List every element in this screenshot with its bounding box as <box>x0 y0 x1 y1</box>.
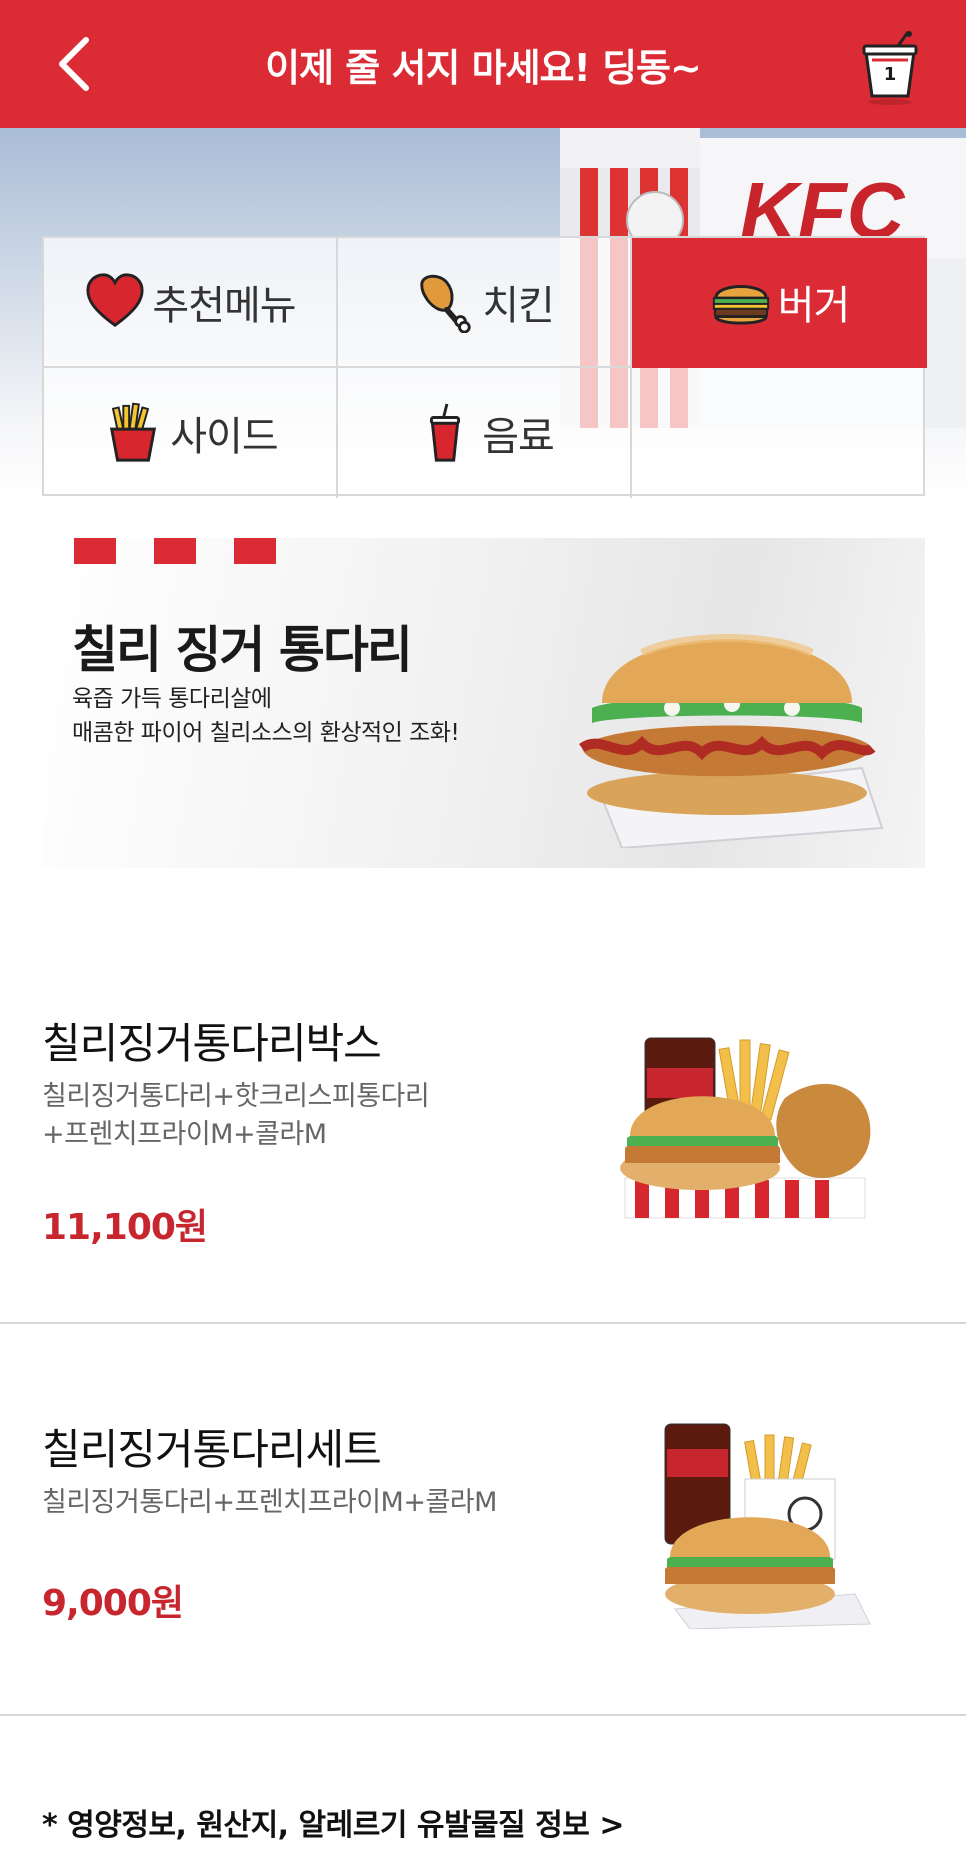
category-grid: 추천메뉴 치킨 버거 사이드 음료 <box>42 236 927 498</box>
drumstick-icon <box>420 274 471 333</box>
category-drink[interactable]: 음료 <box>338 368 632 498</box>
banner-stripe <box>234 538 276 564</box>
item-desc-line: +프렌치프라이M+콜라M <box>42 1119 327 1150</box>
banner-stripe <box>74 538 116 564</box>
set-meal-image <box>664 1423 871 1629</box>
category-label: 버거 <box>777 283 851 329</box>
category-chicken[interactable]: 치킨 <box>338 238 632 368</box>
category-label: 음료 <box>482 414 555 460</box>
cart-count-badge: 1 <box>883 64 897 85</box>
banner-title: 칠리 징거 통다리 <box>72 621 413 679</box>
promo-banner[interactable]: 칠리 징거 통다리 육즙 가득 통다리살에 매콤한 파이어 칠리소스의 환상적인… <box>42 538 925 868</box>
item-price: 11,100원 <box>42 1207 208 1248</box>
item-price: 9,000원 <box>42 1583 184 1624</box>
item-desc-line: 칠리징거통다리+핫크리스피통다리 <box>42 1081 430 1112</box>
item-name: 칠리징거통다리세트 <box>42 1425 382 1474</box>
chili-zinger-burger-image <box>579 634 884 848</box>
category-label: 추천메뉴 <box>152 283 296 329</box>
heart-icon <box>86 273 144 328</box>
cart-bucket-button[interactable]: 1 <box>858 30 922 106</box>
banner-desc-line: 매콤한 파이어 칠리소스의 환상적인 조화! <box>72 720 460 746</box>
nutrition-info-link[interactable]: * 영양정보, 원산지, 알레르기 유발물질 정보 > <box>42 1800 624 1844</box>
box-meal-image <box>620 1037 871 1219</box>
item-description: 칠리징거통다리+프렌치프라이M+콜라M <box>42 1484 497 1522</box>
item-description: 칠리징거통다리+핫크리스피통다리 +프렌치프라이M+콜라M <box>42 1078 430 1154</box>
category-burger[interactable]: 버거 <box>632 238 927 368</box>
banner-desc-line: 육즙 가득 통다리살에 <box>72 686 272 712</box>
category-empty-cell <box>632 368 927 498</box>
category-label: 치킨 <box>482 283 555 329</box>
menu-item-chili-zinger-set[interactable]: 칠리징거통다리세트 칠리징거통다리+프렌치프라이M+콜라M 9,000원 <box>0 1324 966 1716</box>
menu-item-chili-zinger-box[interactable]: 칠리징거통다리박스 칠리징거통다리+핫크리스피통다리 +프렌치프라이M+콜라M … <box>0 958 966 1324</box>
chevron-left-icon <box>59 37 89 91</box>
fries-icon <box>110 402 157 462</box>
category-side[interactable]: 사이드 <box>44 368 338 498</box>
banner-description: 육즙 가득 통다리살에 매콤한 파이어 칠리소스의 환상적인 조화! <box>72 682 460 750</box>
burger-icon <box>712 285 769 325</box>
item-name: 칠리징거통다리박스 <box>42 1019 382 1068</box>
app-header: 이제 줄 서지 마세요! 딩동~ 1 <box>0 0 966 128</box>
category-label: 사이드 <box>170 414 278 460</box>
back-button[interactable] <box>44 34 104 94</box>
item-desc-line: 칠리징거통다리+프렌치프라이M+콜라M <box>42 1487 497 1518</box>
page-title: 이제 줄 서지 마세요! 딩동~ <box>265 45 702 90</box>
category-recommended[interactable]: 추천메뉴 <box>44 238 338 368</box>
banner-stripe <box>154 538 196 564</box>
drink-icon <box>430 403 461 462</box>
